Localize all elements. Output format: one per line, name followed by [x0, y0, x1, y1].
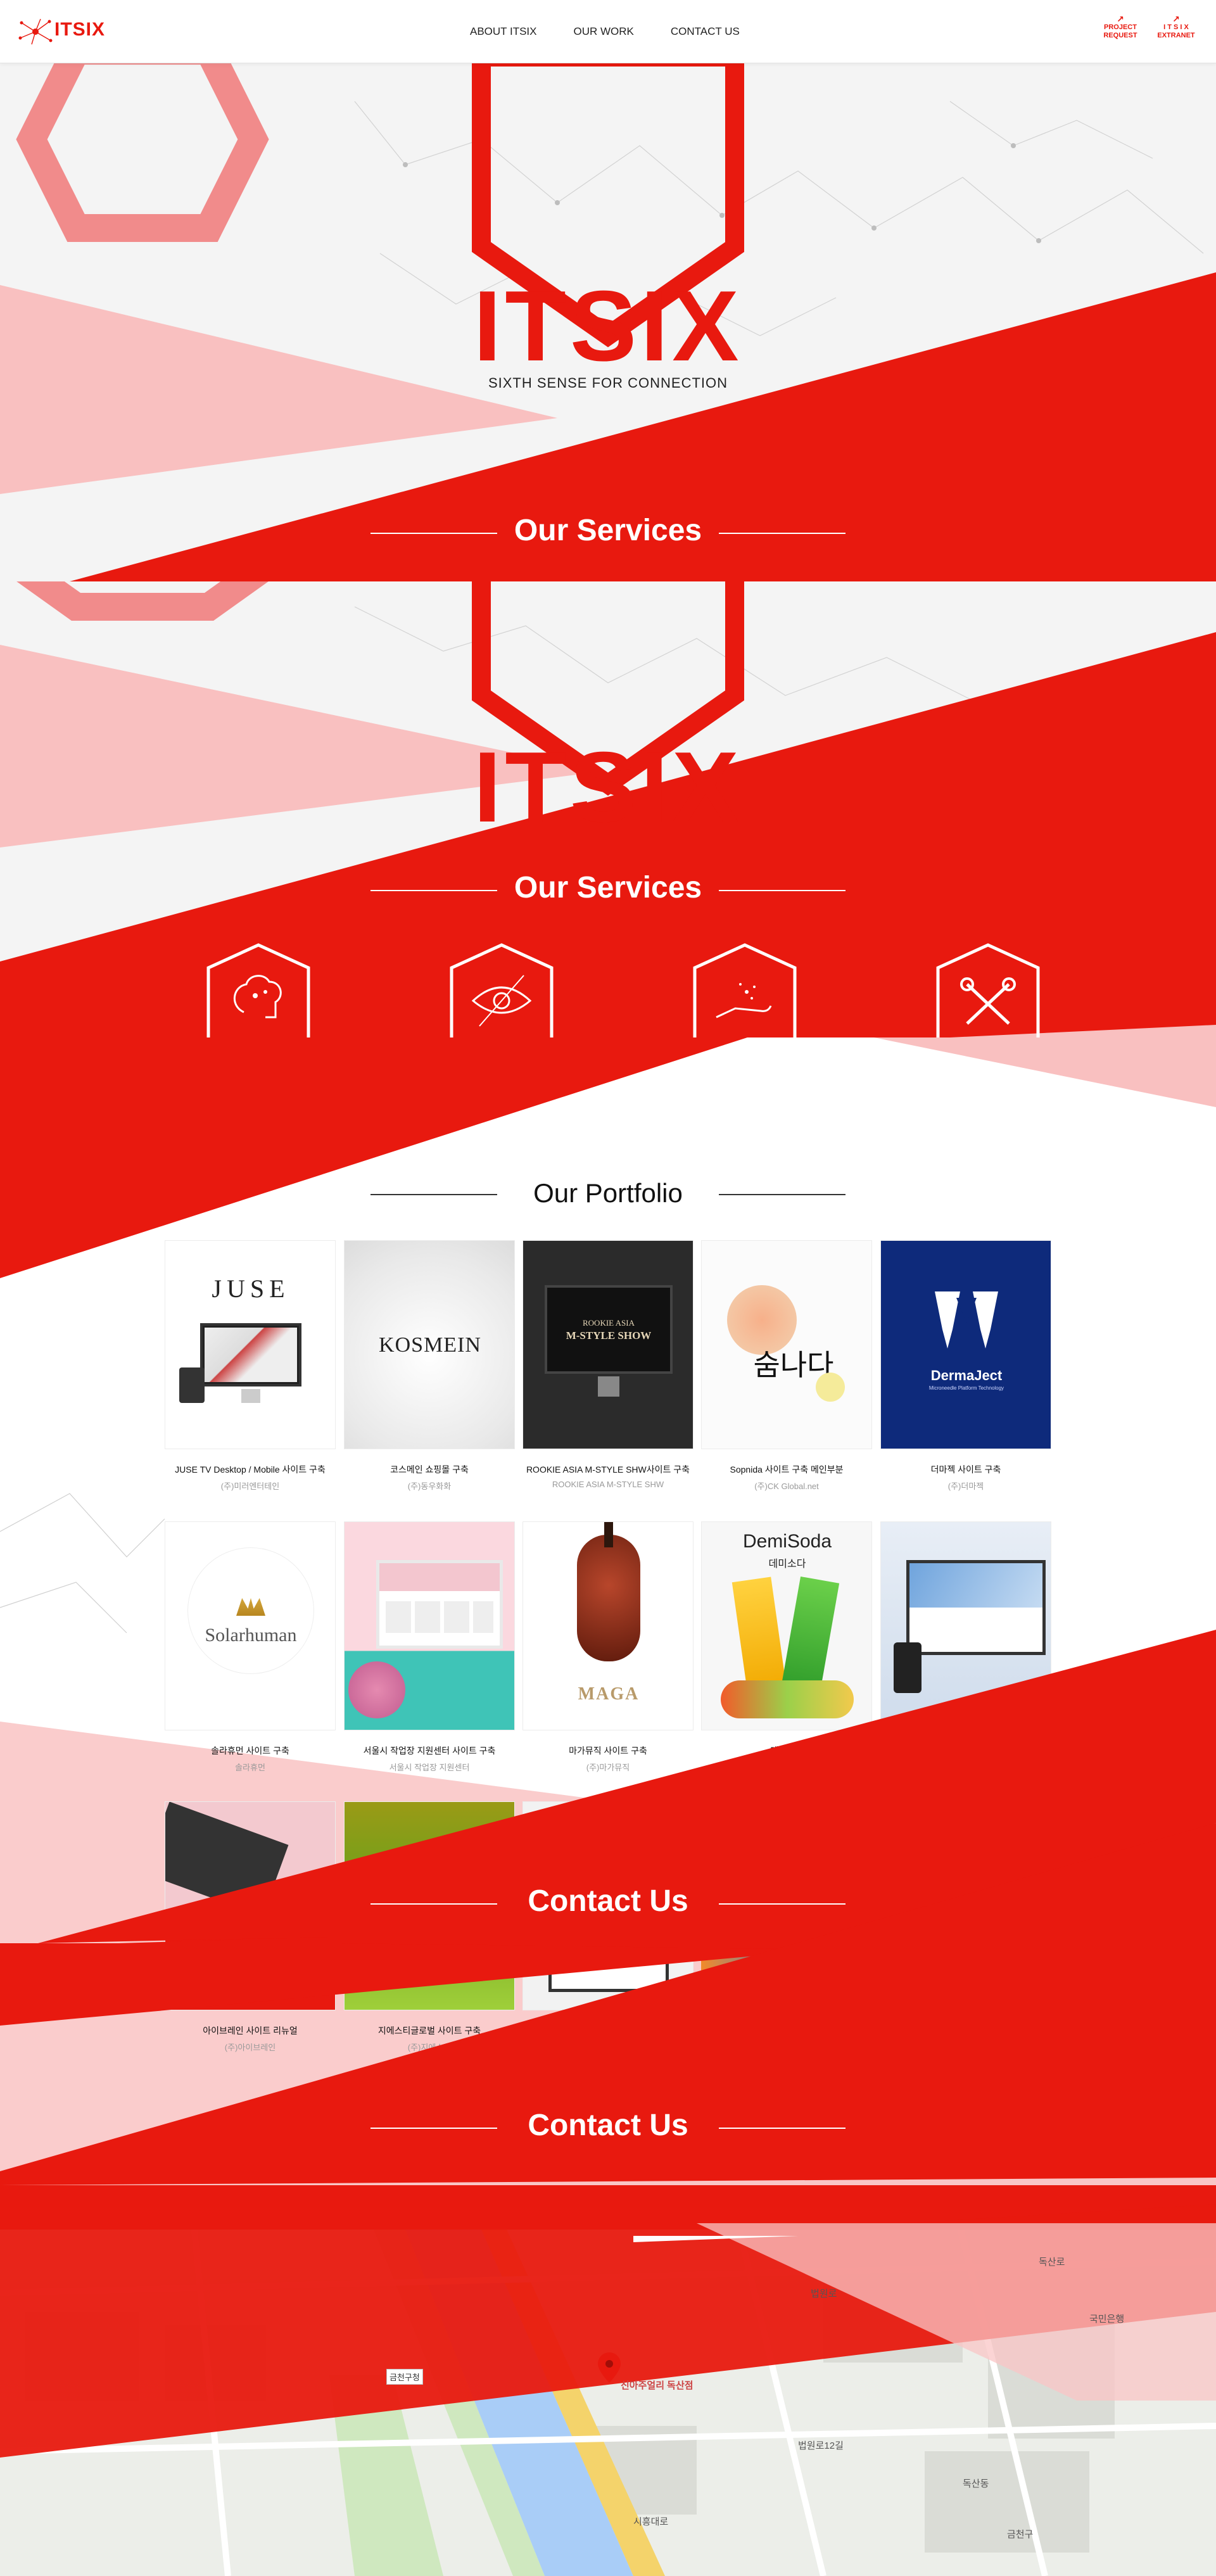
- contact-title-2: Contact Us: [0, 2108, 1216, 2143]
- eye-house-icon[interactable]: [448, 942, 555, 1037]
- map-label: 법원로: [811, 2288, 837, 2299]
- contact-ribbon-graphics: [0, 1630, 1216, 2185]
- contact-title-text: Contact Us: [528, 2109, 688, 2142]
- portfolio-section: Our Portfolio JUSE JUSE TV Desktop / Mob…: [0, 1037, 1216, 2185]
- hero-section: ITSIX SIXTH SENSE FOR CONNECTION Our Ser…: [0, 63, 1216, 581]
- project-request-link[interactable]: ↗ PROJECT REQUEST: [1098, 15, 1143, 40]
- logo-text: ITSIX: [54, 19, 106, 40]
- map-label: 금천구청: [386, 2369, 423, 2385]
- services-title-text: Our Services: [514, 871, 702, 904]
- hand-sparkle-house-icon[interactable]: [691, 942, 799, 1037]
- services-title-text: Our Services: [514, 514, 702, 547]
- hero-title: ITSIX: [473, 270, 743, 382]
- location-map[interactable]: 신아주얼리 독산점 법원로 독산로 시흥대로 금천구청 독산동 법원로12길 국…: [0, 2185, 1216, 2576]
- main-nav: ABOUT ITSIX OUR WORK CONTACT US: [470, 25, 776, 38]
- hero-title-repeat: ITSIX: [473, 732, 743, 843]
- tools-house-icon[interactable]: [934, 942, 1042, 1037]
- map-label: 독산로: [1039, 2257, 1065, 2268]
- map-label: 시흥대로: [633, 2516, 669, 2527]
- services-section: ITSIX Our Services: [0, 581, 1216, 1037]
- map-label: 독산동: [963, 2478, 989, 2489]
- nav-our-work[interactable]: OUR WORK: [574, 25, 634, 38]
- map-label: 금천구: [1007, 2529, 1034, 2540]
- logo-star-icon: [18, 18, 53, 45]
- arrow-up-right-icon: ↗: [1172, 14, 1180, 24]
- site-header: ITSIX ABOUT ITSIX OUR WORK CONTACT US ↗ …: [0, 0, 1216, 63]
- extranet-line2: EXTRANET: [1157, 32, 1195, 39]
- hero-subtitle: SIXTH SENSE FOR CONNECTION: [488, 375, 728, 391]
- map-marker-icon[interactable]: [598, 2352, 621, 2383]
- nav-about[interactable]: ABOUT ITSIX: [470, 25, 537, 38]
- project-request-line2: REQUEST: [1103, 32, 1137, 39]
- nav-contact[interactable]: CONTACT US: [671, 25, 740, 38]
- map-label-store: 신아주얼리 독산점: [621, 2380, 694, 2391]
- map-label: 법원로12길: [798, 2440, 844, 2451]
- services-title-1: Our Services: [0, 513, 1216, 548]
- extranet-link[interactable]: ↗ I T S I X EXTRANET: [1154, 15, 1198, 40]
- project-request-line1: PROJECT: [1104, 23, 1137, 31]
- services-title-2: Our Services: [0, 870, 1216, 905]
- contact-title-1: Contact Us: [0, 1884, 1216, 1919]
- extranet-line1: I T S I X: [1163, 23, 1189, 31]
- arrow-up-right-icon: ↗: [1117, 14, 1124, 24]
- page: ITSIX ABOUT ITSIX OUR WORK CONTACT US ↗ …: [0, 0, 1216, 2576]
- logo[interactable]: ITSIX: [18, 18, 113, 46]
- map-label: 국민은행: [1089, 2314, 1125, 2325]
- contact-title-text: Contact Us: [528, 1884, 688, 1918]
- brain-house-icon[interactable]: [205, 942, 312, 1037]
